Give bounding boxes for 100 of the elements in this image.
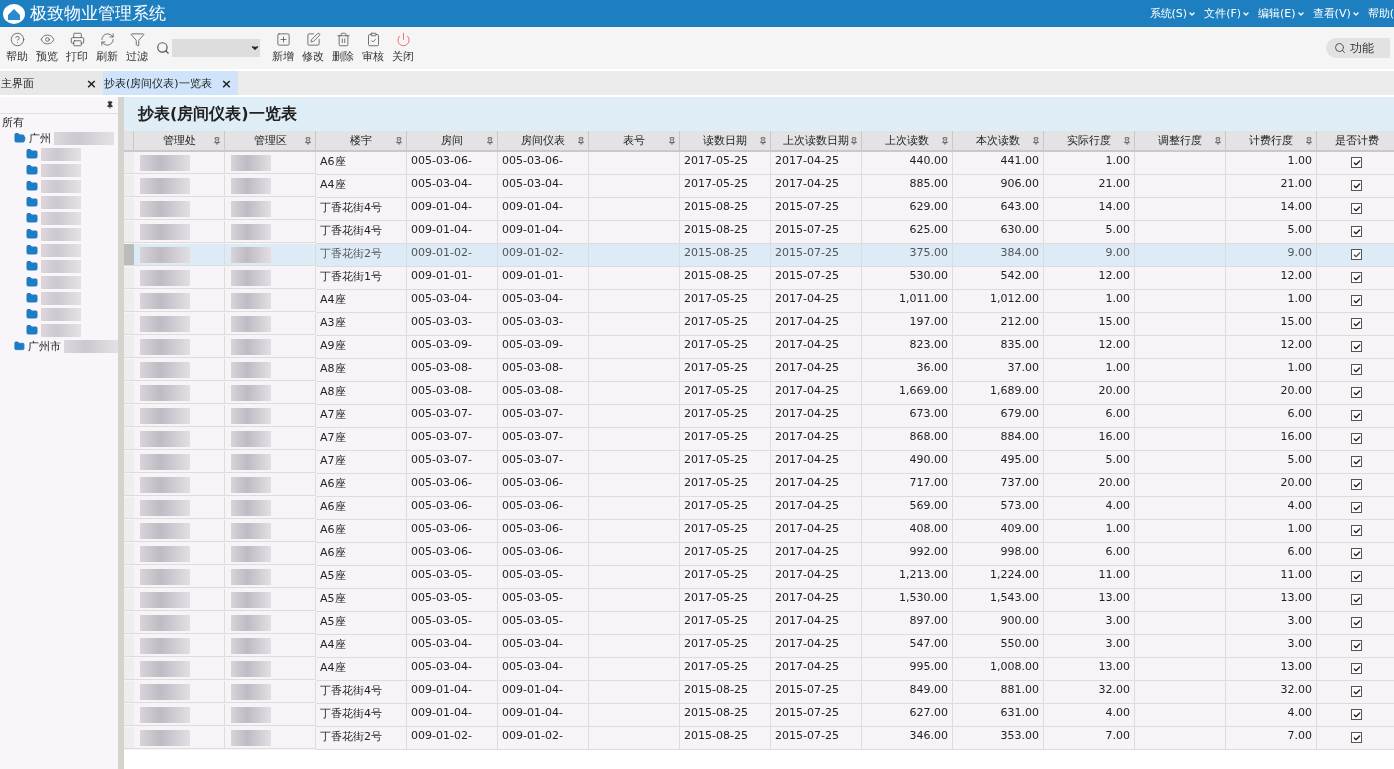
checkbox[interactable] [1351,341,1362,352]
column-header[interactable]: 楼宇 [316,131,407,152]
delete-button[interactable]: 删除 [328,32,358,64]
column-header[interactable]: 本次读数 [953,131,1044,152]
checkbox[interactable] [1351,410,1362,421]
checkbox[interactable] [1351,203,1362,214]
table-cell: 2015-08-25 [680,681,771,704]
close-button[interactable]: 关闭 [388,32,418,64]
table-cell: 20.00 [1226,382,1317,405]
table-cell: 679.00 [953,405,1044,428]
pin-icon [486,137,494,145]
filter-button[interactable]: 过滤 [122,32,152,64]
checkbox[interactable] [1351,548,1362,559]
checkbox[interactable] [1351,272,1362,283]
table-cell: 20.00 [1226,474,1317,497]
table-cell: 丁香花街4号 [316,704,407,727]
table-cell: 005-03-06- [407,474,498,497]
checkbox[interactable] [1351,640,1362,651]
table-cell: 2017-04-25 [771,313,862,336]
table-cell: 409.00 [953,520,1044,543]
tree-item[interactable]: 广州市 [27,338,61,354]
function-search-field[interactable]: 功能 [1326,38,1390,58]
table-cell: 998.00 [953,543,1044,566]
table-cell: 881.00 [953,681,1044,704]
pin-icon [1123,137,1131,145]
menu-item[interactable]: 文件(F) [1204,6,1251,21]
table-cell: 6.00 [1044,543,1135,566]
preview-button[interactable]: 预览 [32,32,62,64]
table-cell: 1.00 [1044,520,1135,543]
table-cell: 737.00 [953,474,1044,497]
column-header[interactable]: 实际行度 [1044,131,1135,152]
checkbox[interactable] [1351,364,1362,375]
checkbox[interactable] [1351,594,1362,605]
table-cell: 005-03-04- [407,635,498,658]
column-header[interactable]: 调整行度 [1135,131,1226,152]
print-button[interactable]: 打印 [62,32,92,64]
table-cell: 2017-05-25 [680,428,771,451]
table-cell: 009-01-01- [407,267,498,290]
checkbox[interactable] [1351,456,1362,467]
refresh-button[interactable]: 刷新 [92,32,122,64]
checkbox[interactable] [1351,157,1362,168]
column-header[interactable]: 房间 [407,131,498,152]
tree-item[interactable]: 所有 [2,114,24,130]
menu-item[interactable]: 帮助( [1367,6,1394,21]
table-cell: 005-03-06- [407,152,498,175]
checkbox[interactable] [1351,617,1362,628]
checkbox[interactable] [1351,226,1362,237]
menu-item[interactable]: 系统(S) [1149,6,1197,21]
table-cell: 21.00 [1044,175,1135,198]
checkbox[interactable] [1351,387,1362,398]
column-header[interactable]: 管理处 [134,131,225,152]
menu-item[interactable]: 查看(V) [1312,6,1360,21]
menu-item[interactable]: 编辑(E) [1258,6,1305,21]
help-button[interactable]: 帮助 [2,32,32,64]
pin-icon [304,137,312,145]
column-header[interactable]: 计费行度 [1226,131,1317,152]
table-cell: 353.00 [953,727,1044,750]
checkbox[interactable] [1351,180,1362,191]
checkbox[interactable] [1351,502,1362,513]
checkbox[interactable] [1351,479,1362,490]
table-cell: 丁香花街4号 [316,681,407,704]
column-header[interactable]: 上次读数日期 [771,131,862,152]
table-cell: A7座 [316,405,407,428]
table-cell: 550.00 [953,635,1044,658]
checkbox[interactable] [1351,709,1362,720]
redacted-label [41,323,81,337]
pin-icon[interactable] [106,101,114,109]
column-header[interactable]: 上次读数 [862,131,953,152]
redacted-label [41,243,81,257]
table-cell: 1.00 [1226,359,1317,382]
audit-button[interactable]: 审核 [358,32,388,64]
checkbox[interactable] [1351,295,1362,306]
table-cell: 7.00 [1044,727,1135,750]
checkbox[interactable] [1351,663,1362,674]
close-icon[interactable]: × [221,75,232,91]
table-cell: 36.00 [862,359,953,382]
close-icon[interactable]: × [86,75,97,91]
checkbox[interactable] [1351,686,1362,697]
table-cell: 9.00 [1226,244,1317,267]
checkbox[interactable] [1351,525,1362,536]
column-header[interactable]: 读数日期 [680,131,771,152]
table-cell: 495.00 [953,451,1044,474]
table-cell: 丁香花街4号 [316,198,407,221]
column-header[interactable]: 表号 [589,131,680,152]
column-header[interactable]: 是否计费 [1317,131,1394,152]
checkbox[interactable] [1351,571,1362,582]
edit-button[interactable]: 修改 [298,32,328,64]
checkbox[interactable] [1351,732,1362,743]
column-header[interactable]: 房间仪表 [498,131,589,152]
checkbox[interactable] [1351,249,1362,260]
tab[interactable]: 主界面 × [0,71,103,95]
tree-item[interactable]: 广州 [29,130,51,146]
table-cell: 2017-04-25 [771,405,862,428]
checkbox[interactable] [1351,318,1362,329]
add-button[interactable]: 新增 [268,32,298,64]
tab[interactable]: 抄表(房间仪表)一览表 × [103,71,238,95]
column-header[interactable]: 管理区 [225,131,316,152]
table-cell: 2017-05-25 [680,152,771,175]
checkbox[interactable] [1351,433,1362,444]
redacted-label [63,339,118,353]
